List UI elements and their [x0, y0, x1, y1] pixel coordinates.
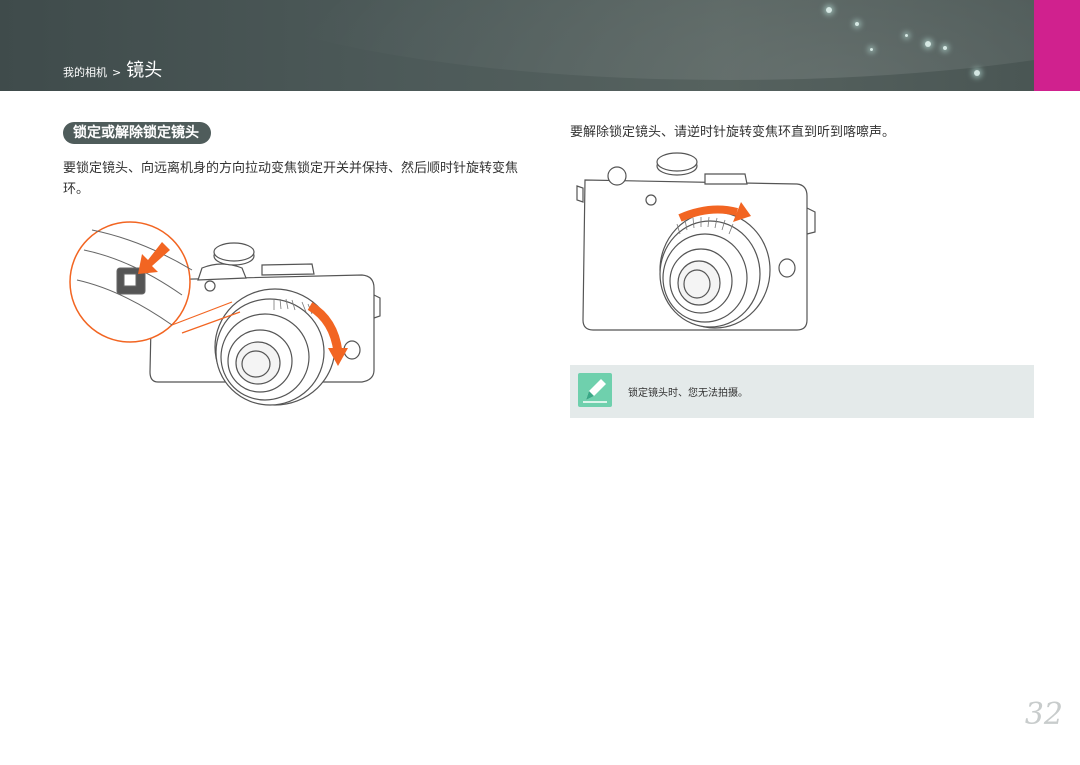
- breadcrumb: 我的相机 > 镜头: [63, 56, 162, 82]
- sparkle-decoration: [943, 46, 947, 50]
- sparkle-decoration: [855, 22, 859, 26]
- note-box: 锁定镜头时、您无法拍摄。: [570, 365, 1034, 418]
- section-title: 锁定或解除锁定镜头: [63, 122, 211, 144]
- sparkle-decoration: [870, 48, 873, 51]
- sparkle-decoration: [826, 7, 832, 13]
- unlock-instruction: 要解除锁定镜头、请逆时针旋转变焦环直到听到喀嚓声。: [570, 125, 896, 140]
- lock-instruction: 要锁定镜头、向远离机身的方向拉动变焦锁定开关并保持、然后顺时针旋转变焦环。: [63, 161, 519, 197]
- sparkle-decoration: [925, 41, 931, 47]
- chapter-tab[interactable]: [1034, 0, 1080, 91]
- unlock-lens-illustration: [576, 152, 816, 331]
- header-decoration: [180, 0, 1034, 80]
- lock-lens-illustration: [69, 221, 381, 406]
- breadcrumb-parent[interactable]: 我的相机: [63, 64, 107, 80]
- pen-note-icon: [578, 373, 612, 407]
- sparkle-decoration: [905, 34, 908, 37]
- breadcrumb-current: 镜头: [126, 60, 163, 81]
- page-header: 我的相机 > 镜头: [0, 0, 1034, 91]
- breadcrumb-separator: >: [112, 66, 122, 79]
- note-text: 锁定镜头时、您无法拍摄。: [628, 388, 748, 399]
- sparkle-decoration: [974, 70, 980, 76]
- page-number: 32: [1024, 697, 1063, 732]
